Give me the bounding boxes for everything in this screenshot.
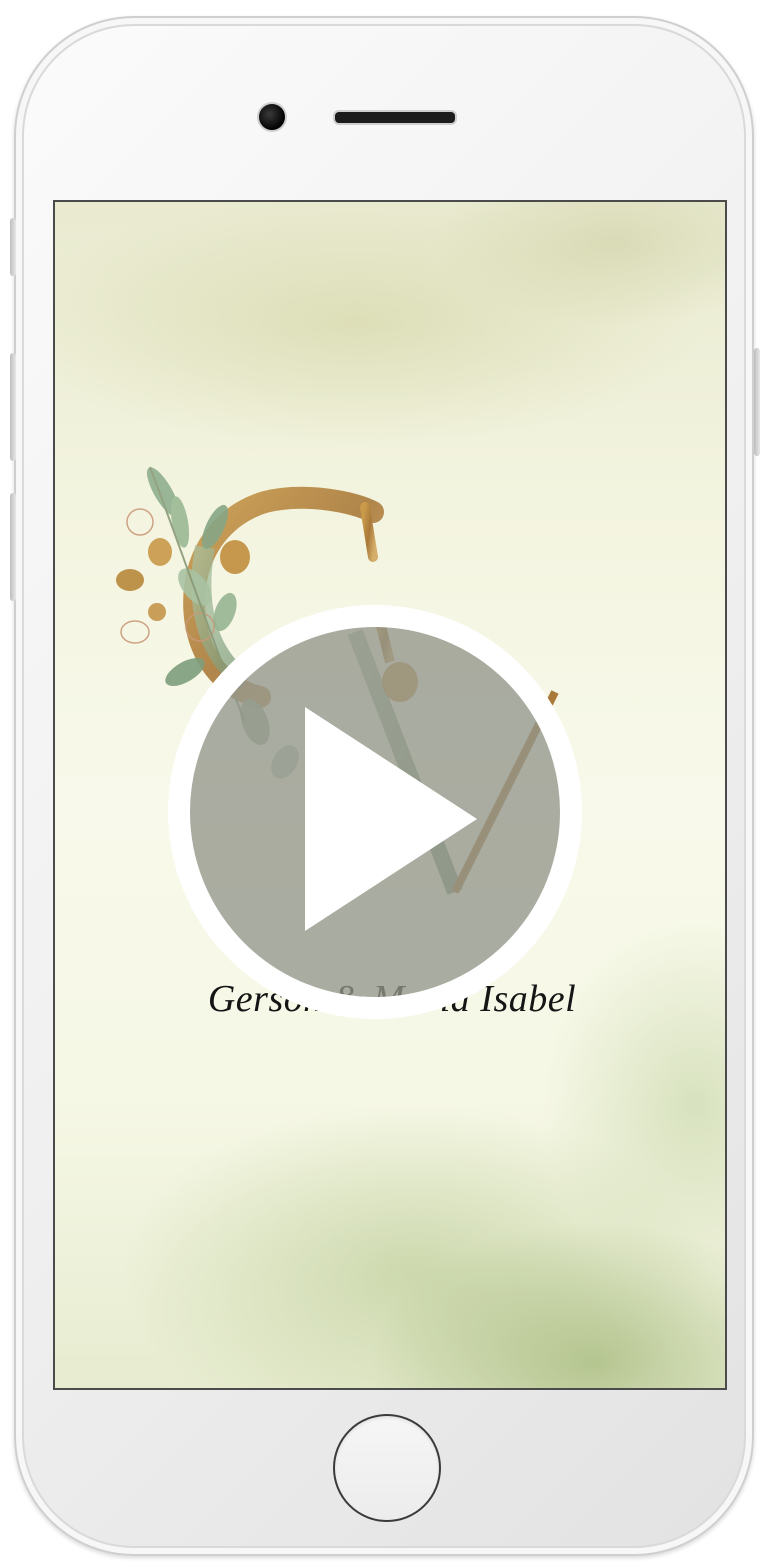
front-camera-icon xyxy=(257,102,287,132)
play-icon xyxy=(305,707,477,931)
volume-down-button xyxy=(10,493,16,601)
volume-up-button xyxy=(10,353,16,461)
play-button[interactable] xyxy=(168,605,582,1019)
mute-switch xyxy=(10,218,16,276)
home-button[interactable] xyxy=(333,1414,441,1522)
earpiece-speaker-icon xyxy=(333,110,457,125)
video-screen[interactable]: Gerson & Maria Isabel xyxy=(53,200,727,1390)
power-button xyxy=(754,348,760,456)
